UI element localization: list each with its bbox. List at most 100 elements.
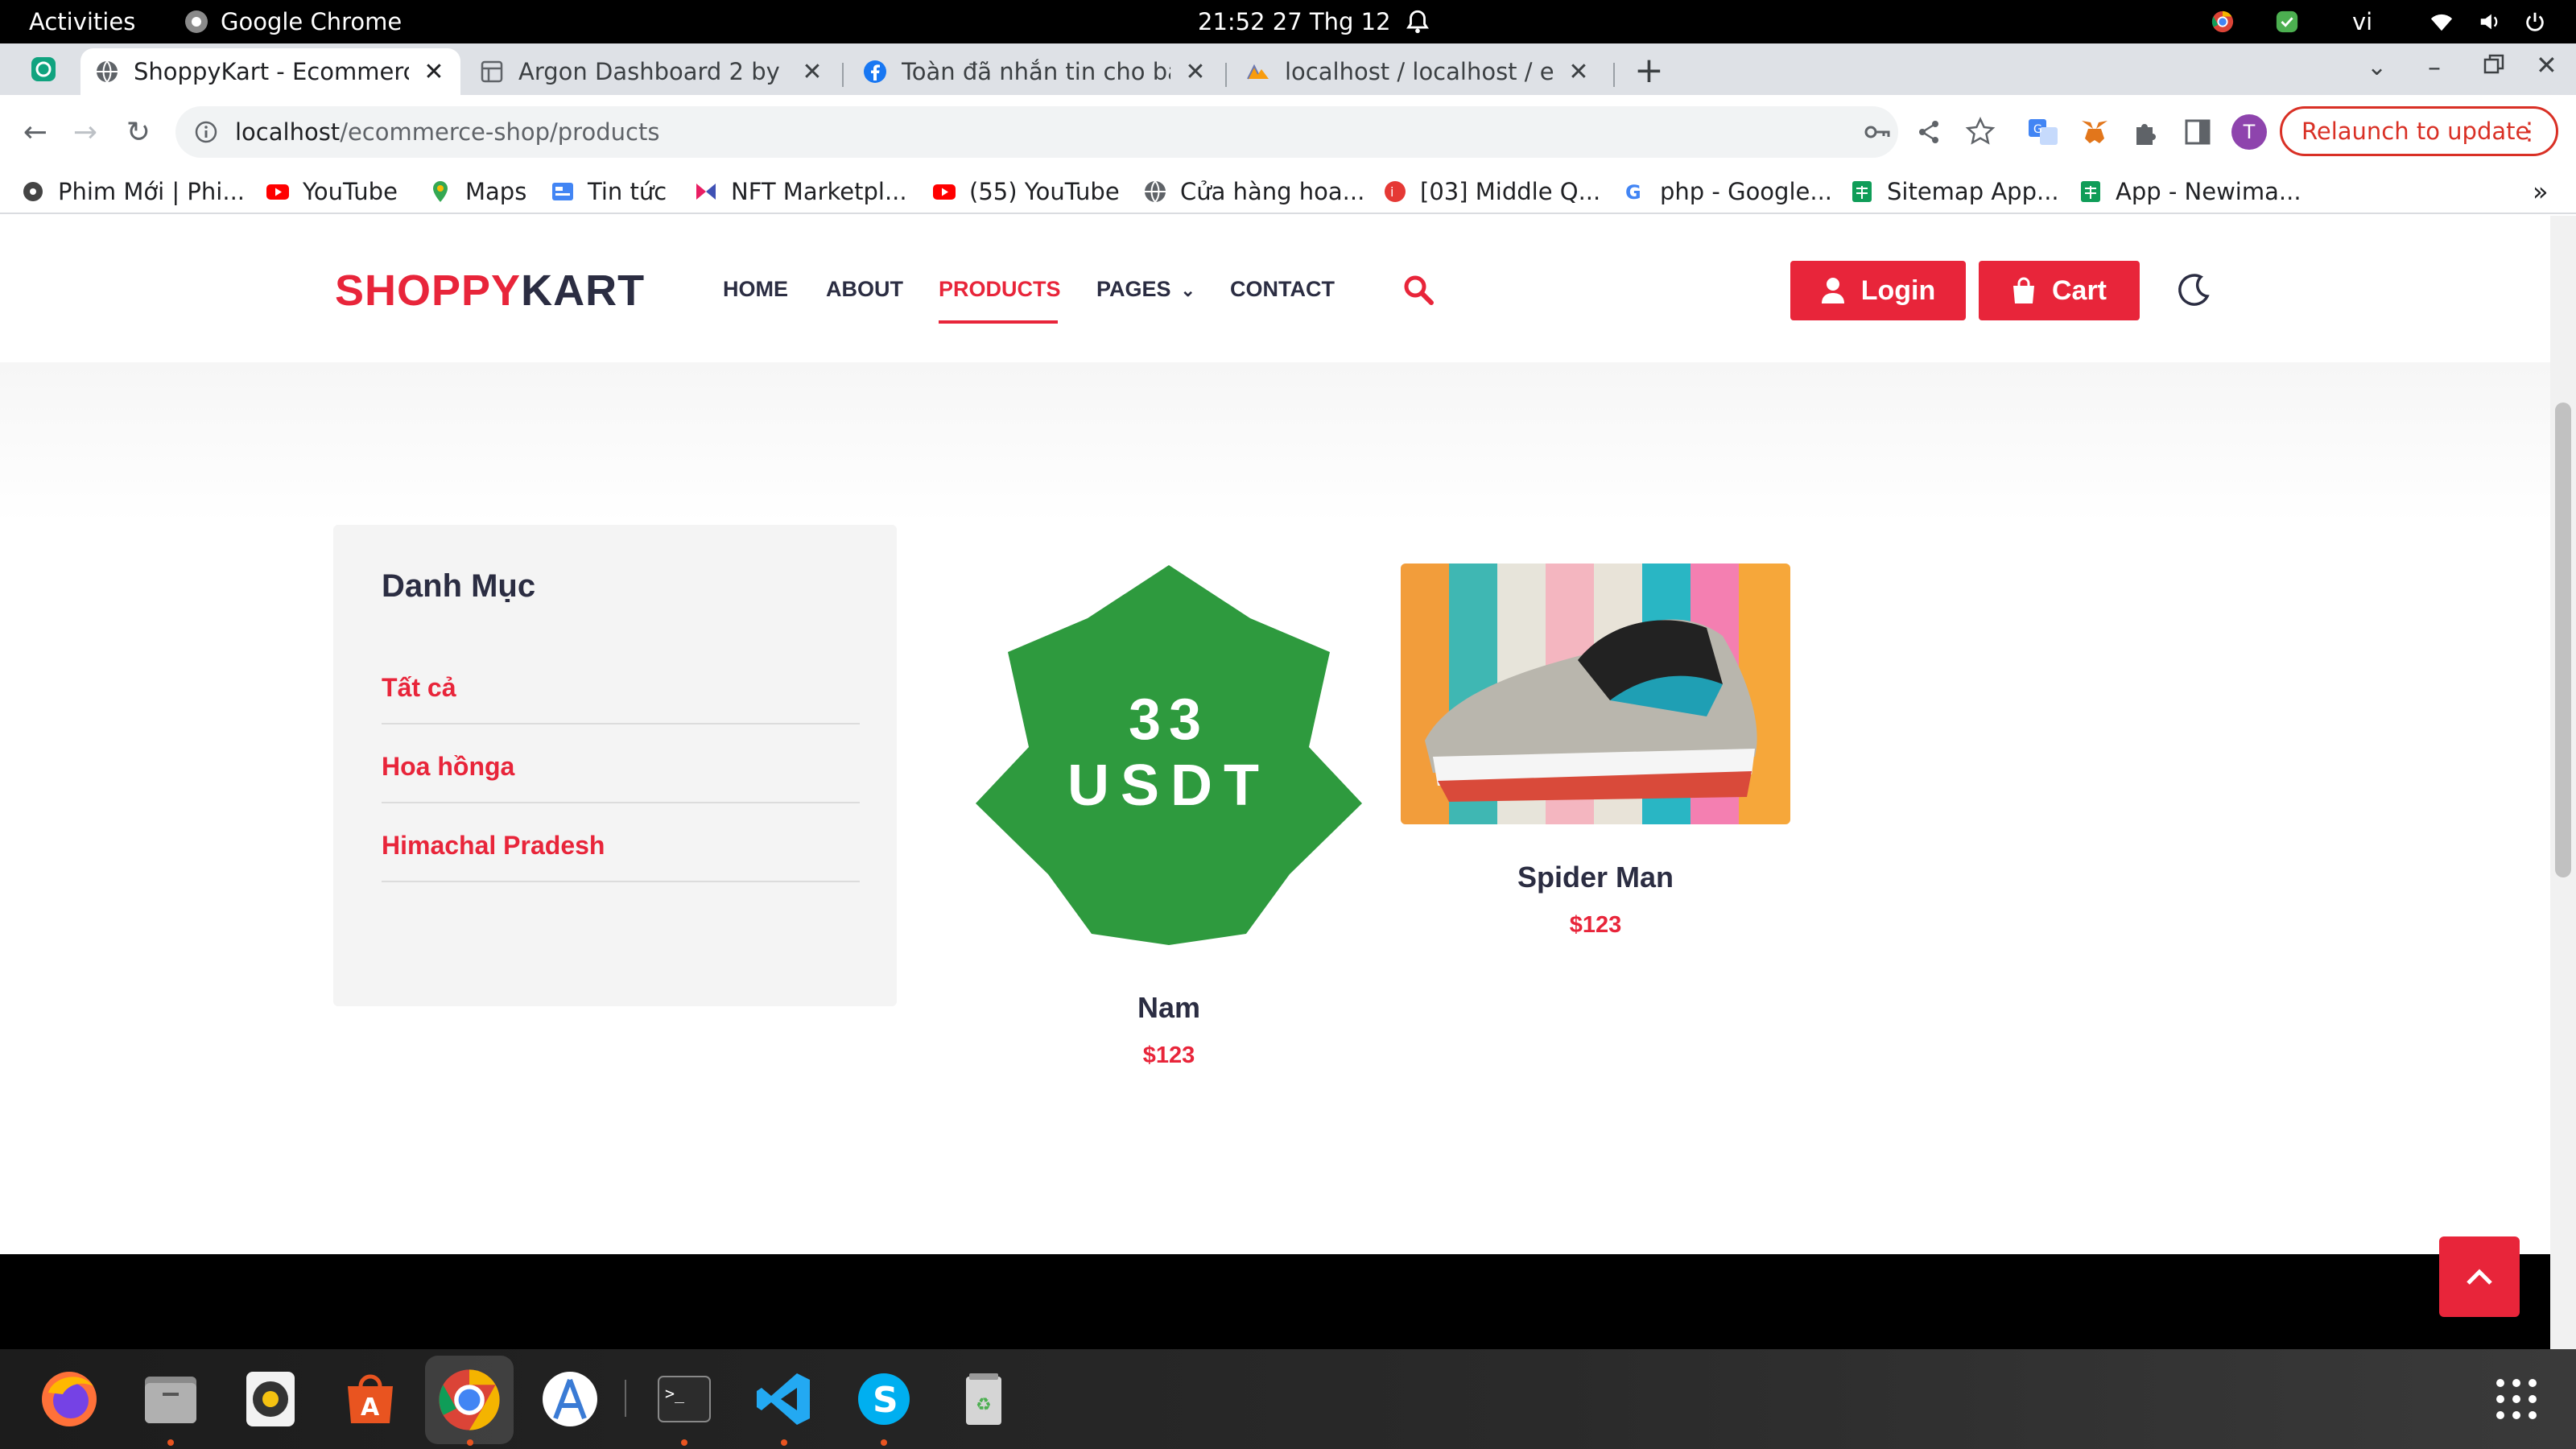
more-menu-icon[interactable]: ⋮ [2517, 118, 2541, 146]
page-scrollbar[interactable] [2550, 216, 2576, 1349]
google-icon: G [1625, 181, 1641, 204]
side-panel-icon[interactable] [2182, 116, 2214, 148]
tab-title: Toàn đã nhắn tin cho bạn [902, 58, 1170, 85]
bookmark-star-icon[interactable] [1964, 116, 1996, 148]
extensions-puzzle-icon[interactable] [2130, 116, 2162, 148]
search-icon[interactable] [1402, 274, 1435, 306]
show-apps-grid-icon[interactable] [2483, 1365, 2550, 1433]
tab-facebook[interactable]: Toàn đã nhắn tin cho bạn ✕ [848, 48, 1222, 95]
notification-bell-icon[interactable] [1404, 0, 1431, 43]
key-icon[interactable] [1861, 116, 1893, 148]
tab-argon[interactable]: Argon Dashboard 2 by Cre ✕ [465, 48, 839, 95]
bookmark-label: [03] Middle Q... [1420, 178, 1601, 205]
product-image-usdt-badge[interactable]: 33 USDT [972, 562, 1365, 955]
close-tab-icon[interactable]: ✕ [800, 58, 824, 86]
bookmark-item[interactable]: Cửa hàng hoa... [1143, 169, 1364, 214]
bookmark-item[interactable]: Tin tức [551, 169, 667, 214]
forward-arrow-icon[interactable]: → [63, 109, 108, 155]
input-language[interactable]: vi [2352, 0, 2372, 43]
product-image-sneaker[interactable] [1401, 564, 1790, 824]
minimize-window-icon[interactable]: – [2428, 52, 2441, 82]
close-tab-icon[interactable]: ✕ [1567, 58, 1591, 86]
category-link-himachal[interactable]: Himachal Pradesh [382, 803, 860, 882]
back-to-top-button[interactable] [2439, 1236, 2520, 1317]
activities-button[interactable]: Activities [29, 0, 135, 43]
url-host: localhost [235, 118, 341, 146]
app-menu[interactable]: Google Chrome [184, 0, 402, 43]
site-logo[interactable]: SHOPPYKART [335, 266, 645, 316]
badge-line-1: 33 [1129, 687, 1209, 752]
close-tab-icon[interactable]: ✕ [1183, 58, 1208, 86]
profile-avatar[interactable]: T [2231, 114, 2267, 150]
restore-window-icon[interactable] [2483, 53, 2505, 79]
category-link-all[interactable]: Tất cả [382, 646, 860, 724]
site-info-icon[interactable] [193, 119, 219, 145]
reload-icon[interactable]: ↻ [116, 109, 161, 155]
dark-mode-moon-icon[interactable] [2177, 272, 2212, 308]
chrome-dock-icon[interactable] [425, 1356, 514, 1444]
product-name[interactable]: Nam [972, 991, 1365, 1025]
category-link-hoa-hong[interactable]: Hoa hồnga [382, 724, 860, 803]
category-sidebar: Danh Mục Tất cả Hoa hồnga Himachal Prade… [333, 525, 897, 1006]
bookmark-label: App - Newima... [2116, 178, 2301, 205]
page-viewport: SHOPPYKART HOME ABOUT PRODUCTS PAGES ⌄ CO… [0, 216, 2550, 1349]
close-window-icon[interactable]: ✕ [2536, 50, 2557, 80]
chrome-tray-icon[interactable] [2211, 10, 2235, 34]
bookmark-item[interactable]: App - Newima... [2079, 169, 2301, 214]
bookmark-item[interactable]: YouTube [266, 169, 398, 214]
bookmark-item[interactable]: (55) YouTube [932, 169, 1120, 214]
trash-icon[interactable]: ♻ [950, 1365, 1018, 1433]
product-card[interactable]: Spider Man $123 [1401, 564, 1790, 939]
nav-about[interactable]: ABOUT [826, 277, 903, 302]
bookmark-label: NFT Marketpl... [731, 178, 907, 205]
bookmark-item[interactable]: i [03] Middle Q... [1383, 169, 1600, 214]
close-tab-icon[interactable]: ✕ [422, 58, 446, 86]
firefox-icon[interactable] [35, 1365, 103, 1433]
translate-icon[interactable]: G [2027, 116, 2059, 148]
bookmark-label: Maps [465, 178, 527, 205]
svg-text:A: A [361, 1393, 380, 1422]
android-studio-icon[interactable] [536, 1365, 604, 1433]
vscode-icon[interactable] [750, 1365, 818, 1433]
shield-check-icon[interactable] [2275, 10, 2299, 34]
nav-contact[interactable]: CONTACT [1230, 277, 1335, 302]
product-name[interactable]: Spider Man [1401, 861, 1790, 894]
relaunch-to-update-button[interactable]: Relaunch to update ⋮ [2280, 106, 2558, 156]
skype-icon[interactable]: S [850, 1365, 918, 1433]
tab-list-chevron-icon[interactable]: ⌄ [2367, 53, 2387, 81]
new-tab-button[interactable]: + [1634, 50, 1664, 91]
bookmark-item[interactable]: Phim Mới | Phi... [21, 169, 245, 214]
address-bar[interactable]: localhost/ecommerce-shop/products [175, 106, 1898, 158]
bookmarks-overflow-button[interactable]: » [2533, 169, 2549, 214]
nav-products[interactable]: PRODUCTS [939, 277, 1061, 302]
bookmark-item[interactable]: NFT Marketpl... [694, 169, 907, 214]
nav-home[interactable]: HOME [723, 277, 788, 302]
scrollbar-thumb[interactable] [2555, 402, 2571, 877]
bookmark-item[interactable]: Sitemap App... [1850, 169, 2059, 214]
share-icon[interactable] [1913, 116, 1945, 148]
svg-text:G: G [2033, 123, 2042, 136]
cart-button[interactable]: Cart [1979, 261, 2140, 320]
tab-phpmyadmin[interactable]: localhost / localhost / eco ✕ [1232, 48, 1605, 95]
youtube-icon [266, 184, 289, 200]
terminal-icon[interactable]: >_ [650, 1365, 718, 1433]
active-nav-underline [939, 320, 1058, 324]
wifi-icon[interactable] [2429, 10, 2454, 34]
volume-icon[interactable] [2478, 10, 2502, 34]
nav-pages[interactable]: PAGES ⌄ [1096, 277, 1195, 302]
login-button[interactable]: Login [1790, 261, 1966, 320]
rhythmbox-icon[interactable] [237, 1365, 304, 1433]
software-store-icon[interactable]: A [336, 1365, 404, 1433]
bookmark-item[interactable]: G php - Google... [1623, 169, 1832, 214]
metamask-fox-icon[interactable] [2079, 116, 2111, 148]
product-card[interactable]: 33 USDT Nam $123 [972, 562, 1365, 1069]
bookmark-item[interactable]: Maps [428, 169, 526, 214]
bookmark-label: Tin tức [588, 178, 667, 205]
tab-shoppykart[interactable]: ShoppyKart - Ecommerce ✕ [80, 48, 460, 95]
power-icon[interactable] [2523, 10, 2547, 34]
clock[interactable]: 21:52 27 Thg 12 [1198, 0, 1391, 43]
files-icon[interactable] [137, 1365, 204, 1433]
back-arrow-icon[interactable]: ← [13, 109, 58, 155]
user-icon [1821, 278, 1844, 303]
tab-search-icon[interactable] [29, 55, 58, 87]
